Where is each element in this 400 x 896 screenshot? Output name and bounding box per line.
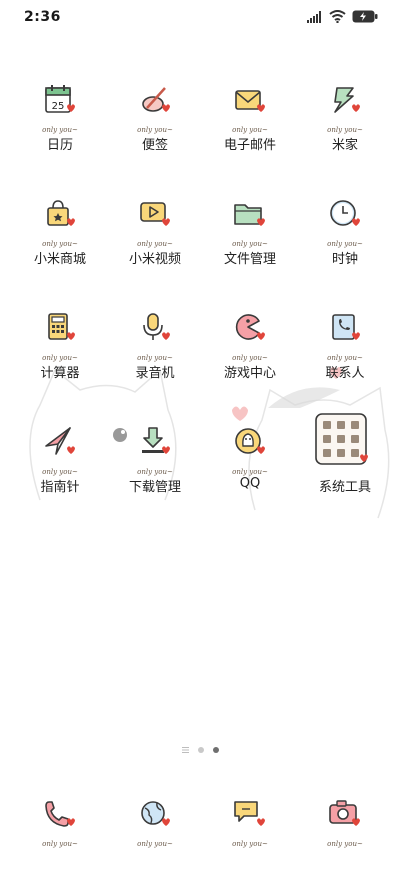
contacts-icon	[332, 314, 360, 340]
app-row-1: 25 only you~ 日历 only you~ 便签 only you~ 电…	[0, 82, 400, 192]
only-you-tag: only you~	[327, 840, 363, 848]
only-you-tag: only you~	[137, 468, 173, 476]
app-compass[interactable]: only you~ 指南针	[15, 424, 105, 524]
only-you-tag: only you~	[327, 354, 363, 362]
only-you-tag: only you~	[232, 840, 268, 848]
calculator-icon	[48, 313, 75, 340]
only-you-tag: only you~	[232, 468, 268, 476]
app-label: 时钟	[331, 252, 358, 267]
system-tools-folder-icon	[315, 413, 368, 465]
qq-icon	[235, 428, 265, 454]
mijia-icon	[334, 87, 360, 113]
only-you-tag: only you~	[232, 354, 268, 362]
only-you-tag: only you~	[232, 126, 268, 134]
only-you-tag: only you~	[42, 840, 78, 848]
app-email[interactable]: only you~ 电子邮件	[205, 82, 295, 182]
dock-phone[interactable]: only you~	[15, 796, 105, 896]
folder-icon	[234, 204, 265, 226]
app-label: 计算器	[40, 366, 80, 381]
dock-camera[interactable]: only you~	[300, 796, 390, 896]
app-notes[interactable]: only you~ 便签	[110, 82, 200, 182]
app-downloads[interactable]: only you~ 下载管理	[110, 424, 200, 524]
page-dot-2[interactable]	[197, 747, 204, 753]
app-game-center[interactable]: only you~ 游戏中心	[205, 310, 295, 410]
page-indicator[interactable]	[0, 744, 400, 756]
dock: only you~ only you~ only you~ only you~	[0, 796, 400, 848]
download-icon	[142, 427, 170, 454]
only-you-tag: only you~	[42, 468, 78, 476]
app-clock[interactable]: only you~ 时钟	[300, 196, 390, 296]
compass-icon	[45, 427, 75, 455]
page-dot-3-active[interactable]	[212, 747, 219, 753]
browser-icon	[141, 801, 170, 826]
app-file-manager[interactable]: only you~ 文件管理	[205, 196, 295, 296]
only-you-tag: only you~	[232, 240, 268, 248]
only-you-tag: only you~	[42, 354, 78, 362]
phone-icon	[45, 801, 75, 827]
status-bar: 2:36	[0, 0, 400, 36]
app-label: 系统工具	[318, 480, 371, 495]
app-label: 小米视频	[128, 252, 181, 267]
battery-charging-icon	[352, 10, 378, 23]
app-label: 电子邮件	[223, 138, 276, 153]
only-you-tag: only you~	[327, 126, 363, 134]
app-row-2: only you~ 小米商城 only you~ 小米视频 only you~ …	[0, 196, 400, 306]
only-you-tag: only you~	[42, 240, 78, 248]
messages-icon	[234, 801, 265, 826]
calendar-day: 25	[52, 101, 65, 112]
status-time: 2:36	[24, 9, 61, 25]
app-label: 游戏中心	[223, 366, 276, 381]
app-label: 小米商城	[33, 252, 86, 267]
notes-icon	[142, 87, 170, 112]
app-label: 下载管理	[128, 480, 181, 495]
app-label: 录音机	[135, 366, 175, 381]
camera-icon	[329, 800, 360, 826]
shopping-bag-icon	[47, 200, 75, 226]
app-label: 文件管理	[223, 252, 276, 267]
only-you-tag: only you~	[327, 240, 363, 248]
only-you-tag: only you~	[42, 126, 78, 134]
app-label: 联系人	[325, 366, 365, 381]
only-you-tag: only you~	[137, 354, 173, 362]
signal-icon	[307, 10, 321, 23]
app-label: QQ	[239, 476, 261, 491]
dock-messages[interactable]: only you~	[205, 796, 295, 896]
page-dot-1[interactable]	[181, 747, 189, 753]
app-contacts[interactable]: only you~ 联系人	[300, 310, 390, 410]
app-qq[interactable]: only you~ QQ	[205, 424, 295, 524]
app-mijia[interactable]: only you~ 米家	[300, 82, 390, 182]
only-you-tag: only you~	[137, 126, 173, 134]
wifi-icon	[329, 10, 346, 23]
app-label: 指南针	[40, 480, 80, 495]
app-mi-store[interactable]: only you~ 小米商城	[15, 196, 105, 296]
microphone-icon	[143, 313, 170, 340]
app-calculator[interactable]: only you~ 计算器	[15, 310, 105, 410]
only-you-tag: only you~	[137, 240, 173, 248]
email-icon	[235, 90, 265, 112]
app-calendar[interactable]: 25 only you~ 日历	[15, 82, 105, 182]
app-row-3: only you~ 计算器 only you~ 录音机 only you~ 游戏…	[0, 310, 400, 420]
only-you-tag: only you~	[137, 840, 173, 848]
app-mi-video[interactable]: only you~ 小米视频	[110, 196, 200, 296]
dock-browser[interactable]: only you~	[110, 796, 200, 896]
calendar-icon: 25	[45, 85, 75, 113]
app-label: 日历	[46, 138, 73, 153]
clock-icon	[330, 200, 360, 226]
game-icon	[235, 314, 265, 340]
app-label: 米家	[331, 138, 358, 153]
app-recorder[interactable]: only you~ 录音机	[110, 310, 200, 410]
video-icon	[140, 202, 170, 226]
app-row-4: only you~ 指南针 only you~ 下载管理 only you~ Q…	[0, 413, 400, 534]
app-system-tools-folder[interactable]: 系统工具	[300, 413, 390, 524]
app-label: 便签	[141, 138, 168, 153]
